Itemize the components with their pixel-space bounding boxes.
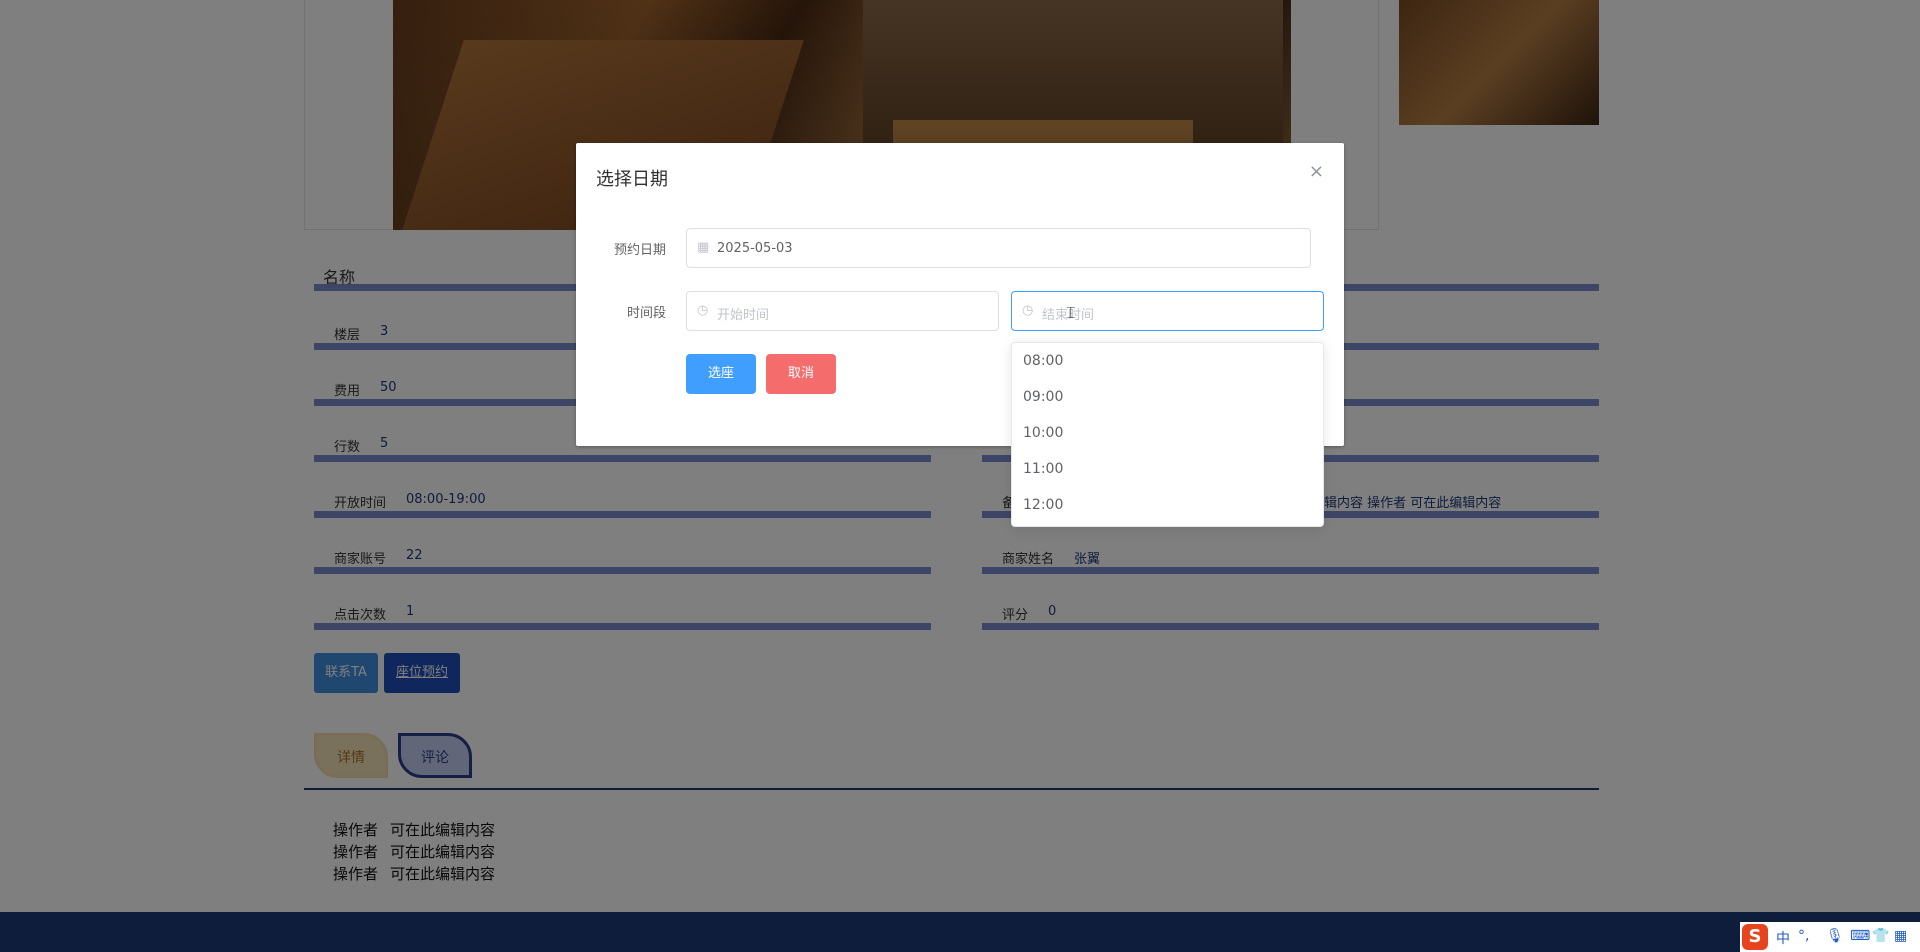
- dialog-title: 选择日期: [596, 169, 668, 190]
- select-seat-button[interactable]: 选座: [686, 354, 756, 394]
- grid-menu-icon[interactable]: ▦: [1894, 928, 1907, 944]
- calendar-icon: ▦: [697, 240, 710, 255]
- time-option[interactable]: 12:00: [1023, 497, 1063, 513]
- date-picker-input[interactable]: ▦ 2025-05-03: [686, 228, 1311, 268]
- clock-icon: ◷: [697, 303, 709, 318]
- ime-logo[interactable]: S: [1742, 924, 1768, 950]
- punctuation-icon[interactable]: °,: [1798, 928, 1809, 944]
- cancel-button[interactable]: 取消: [766, 354, 836, 394]
- clock-icon: ◷: [1022, 303, 1034, 318]
- start-time-input[interactable]: ◷ 开始时间: [686, 291, 999, 331]
- time-option[interactable]: 11:00: [1023, 461, 1063, 477]
- keyboard-icon[interactable]: ⌨: [1850, 928, 1870, 944]
- close-icon[interactable]: ×: [1309, 161, 1324, 182]
- ime-lang-toggle[interactable]: 中: [1776, 928, 1790, 948]
- ime-toolbar: S 中 °, 🎙 ⌨ 👕 ▦: [1740, 922, 1920, 952]
- end-time-input[interactable]: ◷ 结束时间: [1011, 291, 1324, 331]
- time-option[interactable]: 08:00: [1023, 353, 1063, 369]
- time-option[interactable]: 09:00: [1023, 389, 1063, 405]
- date-label: 预约日期: [613, 243, 666, 258]
- start-time-placeholder: 开始时间: [717, 308, 770, 323]
- time-range-label: 时间段: [626, 306, 666, 321]
- time-option[interactable]: 10:00: [1023, 425, 1063, 441]
- text-cursor-icon: ⌶: [1066, 303, 1076, 322]
- microphone-icon[interactable]: 🎙: [1826, 928, 1844, 944]
- date-value: 2025-05-03: [717, 241, 793, 256]
- skin-icon[interactable]: 👕: [1872, 928, 1889, 944]
- time-options-dropdown: 08:00 09:00 10:00 11:00 12:00: [1011, 342, 1324, 527]
